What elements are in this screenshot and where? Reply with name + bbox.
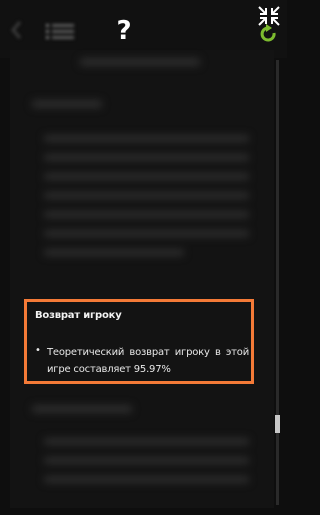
back-button[interactable] [8,20,26,40]
help-label: ? [116,16,132,46]
return-to-player-section: Возврат игроку • Теоретический возврат и… [24,299,254,384]
help-button[interactable]: ? [110,14,138,48]
back-arrow-icon [11,21,22,39]
menu-button[interactable] [44,20,76,42]
info-panel [10,50,274,508]
refresh-icon [260,24,276,42]
scrollbar-thumb[interactable] [275,415,280,433]
section-title: Возврат игроку [35,310,122,321]
bullet-point: • [35,345,41,356]
refresh-button[interactable] [256,24,282,44]
rtp-description: Теоретический возврат игроку в этой игре… [47,347,249,375]
menu-list-icon [46,24,74,39]
scrollbar-track[interactable] [276,60,279,505]
